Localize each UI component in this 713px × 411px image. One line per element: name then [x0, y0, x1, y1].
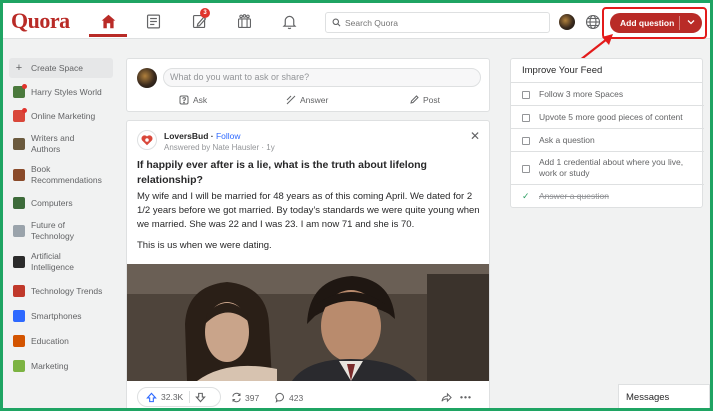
loversbud-logo[interactable]	[137, 130, 157, 150]
sidebar-item-label: Education	[31, 336, 69, 346]
sidebar-item-label: Marketing	[31, 361, 69, 371]
task-checkbox[interactable]	[522, 136, 530, 145]
search-icon	[332, 18, 341, 27]
downvote-arrow-icon	[195, 392, 207, 402]
messages-tab[interactable]: Messages	[618, 384, 710, 408]
following-icon[interactable]	[142, 11, 164, 31]
sidebar-item-label: Book Recommendations	[31, 164, 102, 185]
answer-button[interactable]: Answer	[286, 95, 328, 105]
sidebar-item-label: Future of Technology	[31, 220, 75, 241]
question-title[interactable]: If happily ever after is a lie, what is …	[137, 158, 481, 188]
space-icon	[13, 256, 25, 268]
spaces-sidebar: + Create Space Harry Styles World Online…	[9, 58, 113, 377]
close-icon[interactable]: ✕	[470, 129, 480, 143]
downvote-button[interactable]	[195, 392, 207, 403]
vote-group: 32.3K	[137, 387, 221, 407]
profile-avatar[interactable]	[559, 14, 575, 30]
answer-photo[interactable]	[127, 264, 489, 381]
space-icon	[13, 138, 25, 150]
sidebar-item-artificial-intelligence[interactable]: Artificial Intelligence	[9, 249, 89, 275]
home-active-indicator	[89, 34, 127, 37]
follow-link[interactable]: Follow	[216, 131, 241, 141]
space-icon	[13, 108, 27, 122]
space-icon	[13, 169, 25, 181]
feed-task-upvote-content[interactable]: Upvote 5 more good pieces of content	[511, 106, 704, 129]
question-icon	[179, 95, 189, 105]
upvote-count: 32.3K	[161, 392, 184, 402]
answer-text-caption: This is us when we were dating.	[137, 240, 272, 251]
sidebar-item-future-of-technology[interactable]: Future of Technology	[9, 218, 89, 244]
feed-task-follow-spaces[interactable]: Follow 3 more Spaces	[511, 83, 704, 106]
answer-text: My wife and I will be married for 48 yea…	[137, 191, 480, 230]
ask-share-input[interactable]: What do you want to ask or share?	[163, 68, 481, 87]
bell-icon[interactable]	[278, 11, 300, 31]
feed-task-answer-question[interactable]: ✓ Answer a question	[511, 185, 704, 207]
more-options-icon[interactable]: •••	[460, 392, 472, 402]
pencil-icon	[286, 95, 296, 105]
post-meta: Answered by Nate Hausler · 1y	[164, 143, 275, 152]
sidebar-item-smartphones[interactable]: Smartphones	[9, 305, 113, 327]
share-button[interactable]: 397	[231, 392, 259, 403]
ask-button[interactable]: Ask	[179, 95, 207, 105]
feed-post: LoversBud · Follow Answered by Nate Haus…	[126, 120, 490, 408]
comment-button[interactable]: 423	[275, 392, 303, 403]
sidebar-item-label: Create Space	[31, 63, 83, 73]
user-avatar[interactable]	[137, 68, 157, 88]
question-composer: What do you want to ask or share? Ask An…	[126, 58, 490, 112]
sidebar-item-label: Technology Trends	[31, 286, 103, 296]
create-space-button[interactable]: + Create Space	[9, 58, 113, 78]
space-icon	[13, 225, 25, 237]
feed-task-add-credential[interactable]: Add 1 credential about where you live, w…	[511, 152, 704, 185]
sidebar-item-technology-trends[interactable]: Technology Trends	[9, 280, 113, 302]
sidebar-item-marketing[interactable]: Marketing	[9, 355, 113, 377]
sidebar-item-book-recommendations[interactable]: Book Recommendations	[9, 162, 113, 188]
author-name[interactable]: LoversBud	[164, 131, 208, 141]
sidebar-item-education[interactable]: Education	[9, 330, 113, 352]
sidebar-item-label: Computers	[31, 198, 73, 208]
sidebar-item-label: Online Marketing	[31, 111, 96, 121]
spaces-icon[interactable]	[233, 11, 255, 31]
space-icon	[13, 360, 25, 372]
space-icon	[13, 285, 25, 297]
improve-feed-title: Improve Your Feed	[511, 59, 702, 83]
task-checkbox[interactable]	[522, 164, 530, 173]
space-icon	[13, 310, 25, 322]
space-icon	[13, 84, 27, 98]
plus-icon: +	[15, 62, 23, 74]
language-globe-icon[interactable]	[585, 14, 601, 30]
sidebar-item-writers-and-authors[interactable]: Writers and Authors	[9, 131, 95, 157]
feed-task-ask-question[interactable]: Ask a question	[511, 129, 704, 152]
comment-count: 423	[289, 392, 304, 403]
notification-badge: 3	[200, 8, 210, 18]
search-input[interactable]	[345, 17, 535, 28]
sidebar-item-computers[interactable]: Computers	[9, 192, 113, 214]
post-action-bar: 32.3K 397 423 •••	[127, 381, 489, 408]
checkmark-icon: ✓	[522, 190, 530, 201]
comment-icon	[275, 392, 284, 403]
search-box[interactable]	[325, 12, 550, 33]
post-button[interactable]: Post	[409, 95, 440, 105]
improve-feed-panel: Improve Your Feed Follow 3 more Spaces U…	[510, 58, 704, 208]
task-checkbox[interactable]	[522, 113, 530, 122]
sidebar-item-label: Artificial Intelligence	[31, 251, 75, 272]
sidebar-item-label: Writers and Authors	[31, 133, 75, 154]
share-count: 397	[245, 392, 260, 403]
quora-logo[interactable]: Quora	[11, 8, 70, 34]
sidebar-item-online-marketing[interactable]: Online Marketing	[9, 105, 113, 127]
space-icon	[13, 197, 25, 209]
upvote-arrow-icon	[146, 392, 157, 402]
share-arrow-icon[interactable]	[441, 392, 455, 403]
reshare-icon	[232, 392, 241, 403]
home-icon[interactable]	[97, 11, 119, 31]
upvote-button[interactable]: 32.3K	[138, 388, 183, 406]
sidebar-item-harry-styles-world[interactable]: Harry Styles World	[9, 81, 113, 103]
space-icon	[13, 335, 25, 347]
task-checkbox[interactable]	[522, 90, 530, 99]
post-author: LoversBud · Follow	[164, 131, 241, 141]
app-frame: Quora 3 Add question	[0, 0, 713, 411]
pen-icon	[410, 95, 419, 104]
sidebar-item-label: Smartphones	[31, 311, 82, 321]
sidebar-item-label: Harry Styles World	[31, 87, 102, 97]
